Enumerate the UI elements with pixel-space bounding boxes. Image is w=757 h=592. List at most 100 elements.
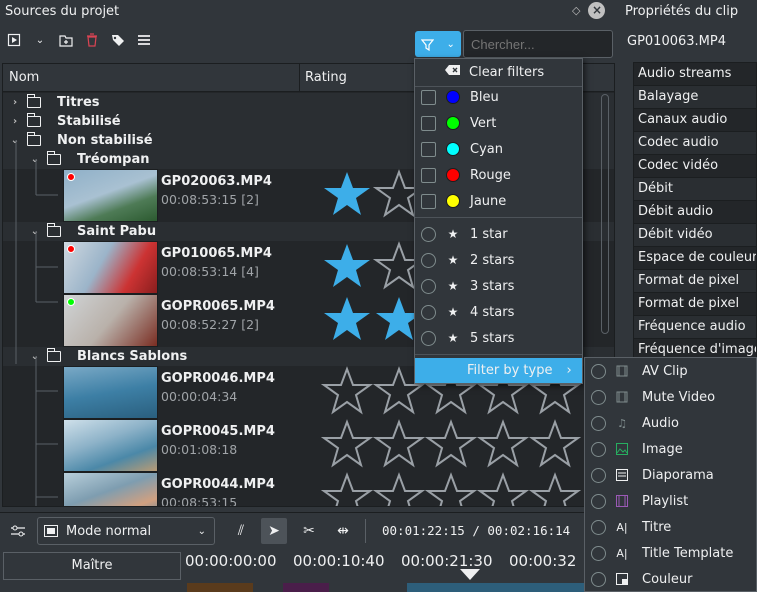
delete-icon[interactable] [84, 32, 100, 48]
checkbox[interactable] [421, 193, 436, 209]
type-item-mute-video[interactable]: Mute Video [585, 384, 757, 410]
star-empty-icon[interactable] [321, 366, 373, 419]
filter-rating-3[interactable]: ★ 3 stars [415, 273, 582, 299]
float-panel-icon[interactable]: ◇ [572, 4, 580, 17]
clip-thumbnail [63, 419, 158, 472]
type-item-image[interactable]: Image [585, 436, 757, 462]
radio[interactable] [591, 441, 606, 457]
type-item-slideshow[interactable]: Diaporama [585, 462, 757, 488]
star-filled-icon[interactable] [321, 169, 373, 222]
close-panel-icon[interactable]: × [588, 2, 606, 19]
radio[interactable] [591, 415, 606, 431]
star-empty-icon[interactable] [321, 472, 373, 507]
tag-dot [67, 245, 75, 253]
slip-tool-icon[interactable]: ⇹ [330, 518, 356, 544]
add-folder-icon[interactable] [58, 32, 74, 48]
chevron-down-icon[interactable]: ⌄ [32, 32, 48, 48]
filter-tag-blue[interactable]: Bleu [415, 84, 582, 110]
radio[interactable] [591, 545, 606, 561]
menu-icon[interactable] [136, 32, 152, 48]
filter-tag-red[interactable]: Rouge [415, 162, 582, 188]
radio[interactable] [591, 363, 606, 379]
film-icon [615, 365, 629, 378]
star-empty-icon[interactable] [425, 419, 477, 472]
radio[interactable] [591, 519, 606, 535]
tag-icon[interactable] [110, 32, 126, 48]
filter-rating-5[interactable]: ★ 5 stars [415, 325, 582, 351]
properties-title: Propriétés du clip [625, 4, 739, 19]
radio[interactable] [591, 493, 606, 509]
star-empty-icon[interactable] [373, 419, 425, 472]
radio[interactable] [591, 389, 606, 405]
type-item-title[interactable]: A| Titre [585, 514, 757, 540]
settings-sliders-icon[interactable] [5, 518, 31, 544]
mode-icon [44, 525, 58, 537]
add-clip-icon[interactable] [6, 32, 22, 48]
star-empty-icon[interactable] [529, 419, 581, 472]
timeline-toolbar: Mode normal ⌄ ⫽ ➤ ✂ ⇹ 00:01:22:15 / 00:0… [0, 512, 584, 548]
type-item-av-clip[interactable]: AV Clip [585, 358, 757, 384]
filter-icon [421, 38, 435, 51]
tag-dot [67, 173, 75, 181]
radio[interactable] [421, 278, 436, 294]
clip-row[interactable]: GOPR0044.MP4 00:08:53:15 [63, 472, 614, 507]
rating-stars[interactable] [321, 472, 581, 507]
radio[interactable] [591, 467, 606, 483]
star-icon: ★ [447, 227, 459, 241]
clip-thumbnail [63, 472, 158, 506]
filter-tag-yellow[interactable]: Jaune [415, 188, 582, 214]
title-icon: A| [616, 520, 628, 534]
rating-stars[interactable] [321, 419, 581, 472]
scrollbar[interactable] [601, 94, 609, 334]
slideshow-icon [615, 469, 629, 482]
star-empty-icon[interactable] [529, 472, 581, 507]
spacer-tool-icon[interactable]: ⫽ [228, 518, 254, 544]
checkbox[interactable] [421, 115, 436, 131]
clip-row[interactable]: GOPR0045.MP4 00:01:08:18 [63, 419, 614, 472]
properties-list: Audio streams Balayage Canaux audio Codec a… [633, 62, 757, 362]
filter-button[interactable]: ⌄ [415, 31, 461, 57]
select-tool-icon[interactable]: ➤ [261, 518, 287, 544]
checkbox[interactable] [421, 141, 436, 157]
radio[interactable] [421, 330, 436, 346]
search-input[interactable] [463, 30, 613, 58]
filter-rating-1[interactable]: ★ 1 star [415, 221, 582, 247]
filter-by-type-item[interactable]: Filter by type › [415, 358, 582, 383]
star-empty-icon[interactable] [321, 419, 373, 472]
filter-tag-cyan[interactable]: Cyan [415, 136, 582, 162]
radio[interactable] [421, 226, 436, 242]
property-row: Débit audio [634, 201, 756, 224]
type-item-title-template[interactable]: A| Title Template [585, 540, 757, 566]
razor-tool-icon[interactable]: ✂ [296, 518, 322, 544]
property-row: Débit [634, 178, 756, 201]
radio[interactable] [591, 571, 606, 587]
timeline-track-strip [185, 583, 584, 592]
filter-rating-4[interactable]: ★ 4 stars [415, 299, 582, 325]
type-item-audio[interactable]: ♫ Audio [585, 410, 757, 436]
column-header-rating[interactable]: Rating [305, 70, 347, 85]
star-filled-icon[interactable] [321, 241, 373, 294]
master-button[interactable]: Maître [3, 552, 181, 580]
radio[interactable] [421, 304, 436, 320]
star-empty-icon[interactable] [477, 419, 529, 472]
star-empty-icon[interactable] [477, 472, 529, 507]
edit-mode-select[interactable]: Mode normal ⌄ [37, 517, 215, 545]
star-empty-icon[interactable] [373, 472, 425, 507]
filter-tag-green[interactable]: Vert [415, 110, 582, 136]
checkbox[interactable] [421, 89, 436, 105]
radio[interactable] [421, 252, 436, 268]
chevron-down-icon: ⌄ [197, 525, 206, 537]
clear-filters-item[interactable]: Clear filters [415, 59, 582, 85]
checkbox[interactable] [421, 167, 436, 183]
type-item-playlist[interactable]: Playlist [585, 488, 757, 514]
star-empty-icon[interactable] [425, 472, 477, 507]
music-note-icon: ♫ [617, 416, 627, 430]
star-filled-icon[interactable] [321, 294, 373, 347]
property-row: Espace de couleur [634, 247, 756, 270]
type-item-color[interactable]: Couleur [585, 566, 757, 592]
color-swatch [446, 116, 460, 130]
playhead-icon[interactable] [460, 569, 480, 581]
star-icon: ★ [447, 279, 459, 293]
star-icon: ★ [447, 305, 459, 319]
filter-rating-2[interactable]: ★ 2 stars [415, 247, 582, 273]
